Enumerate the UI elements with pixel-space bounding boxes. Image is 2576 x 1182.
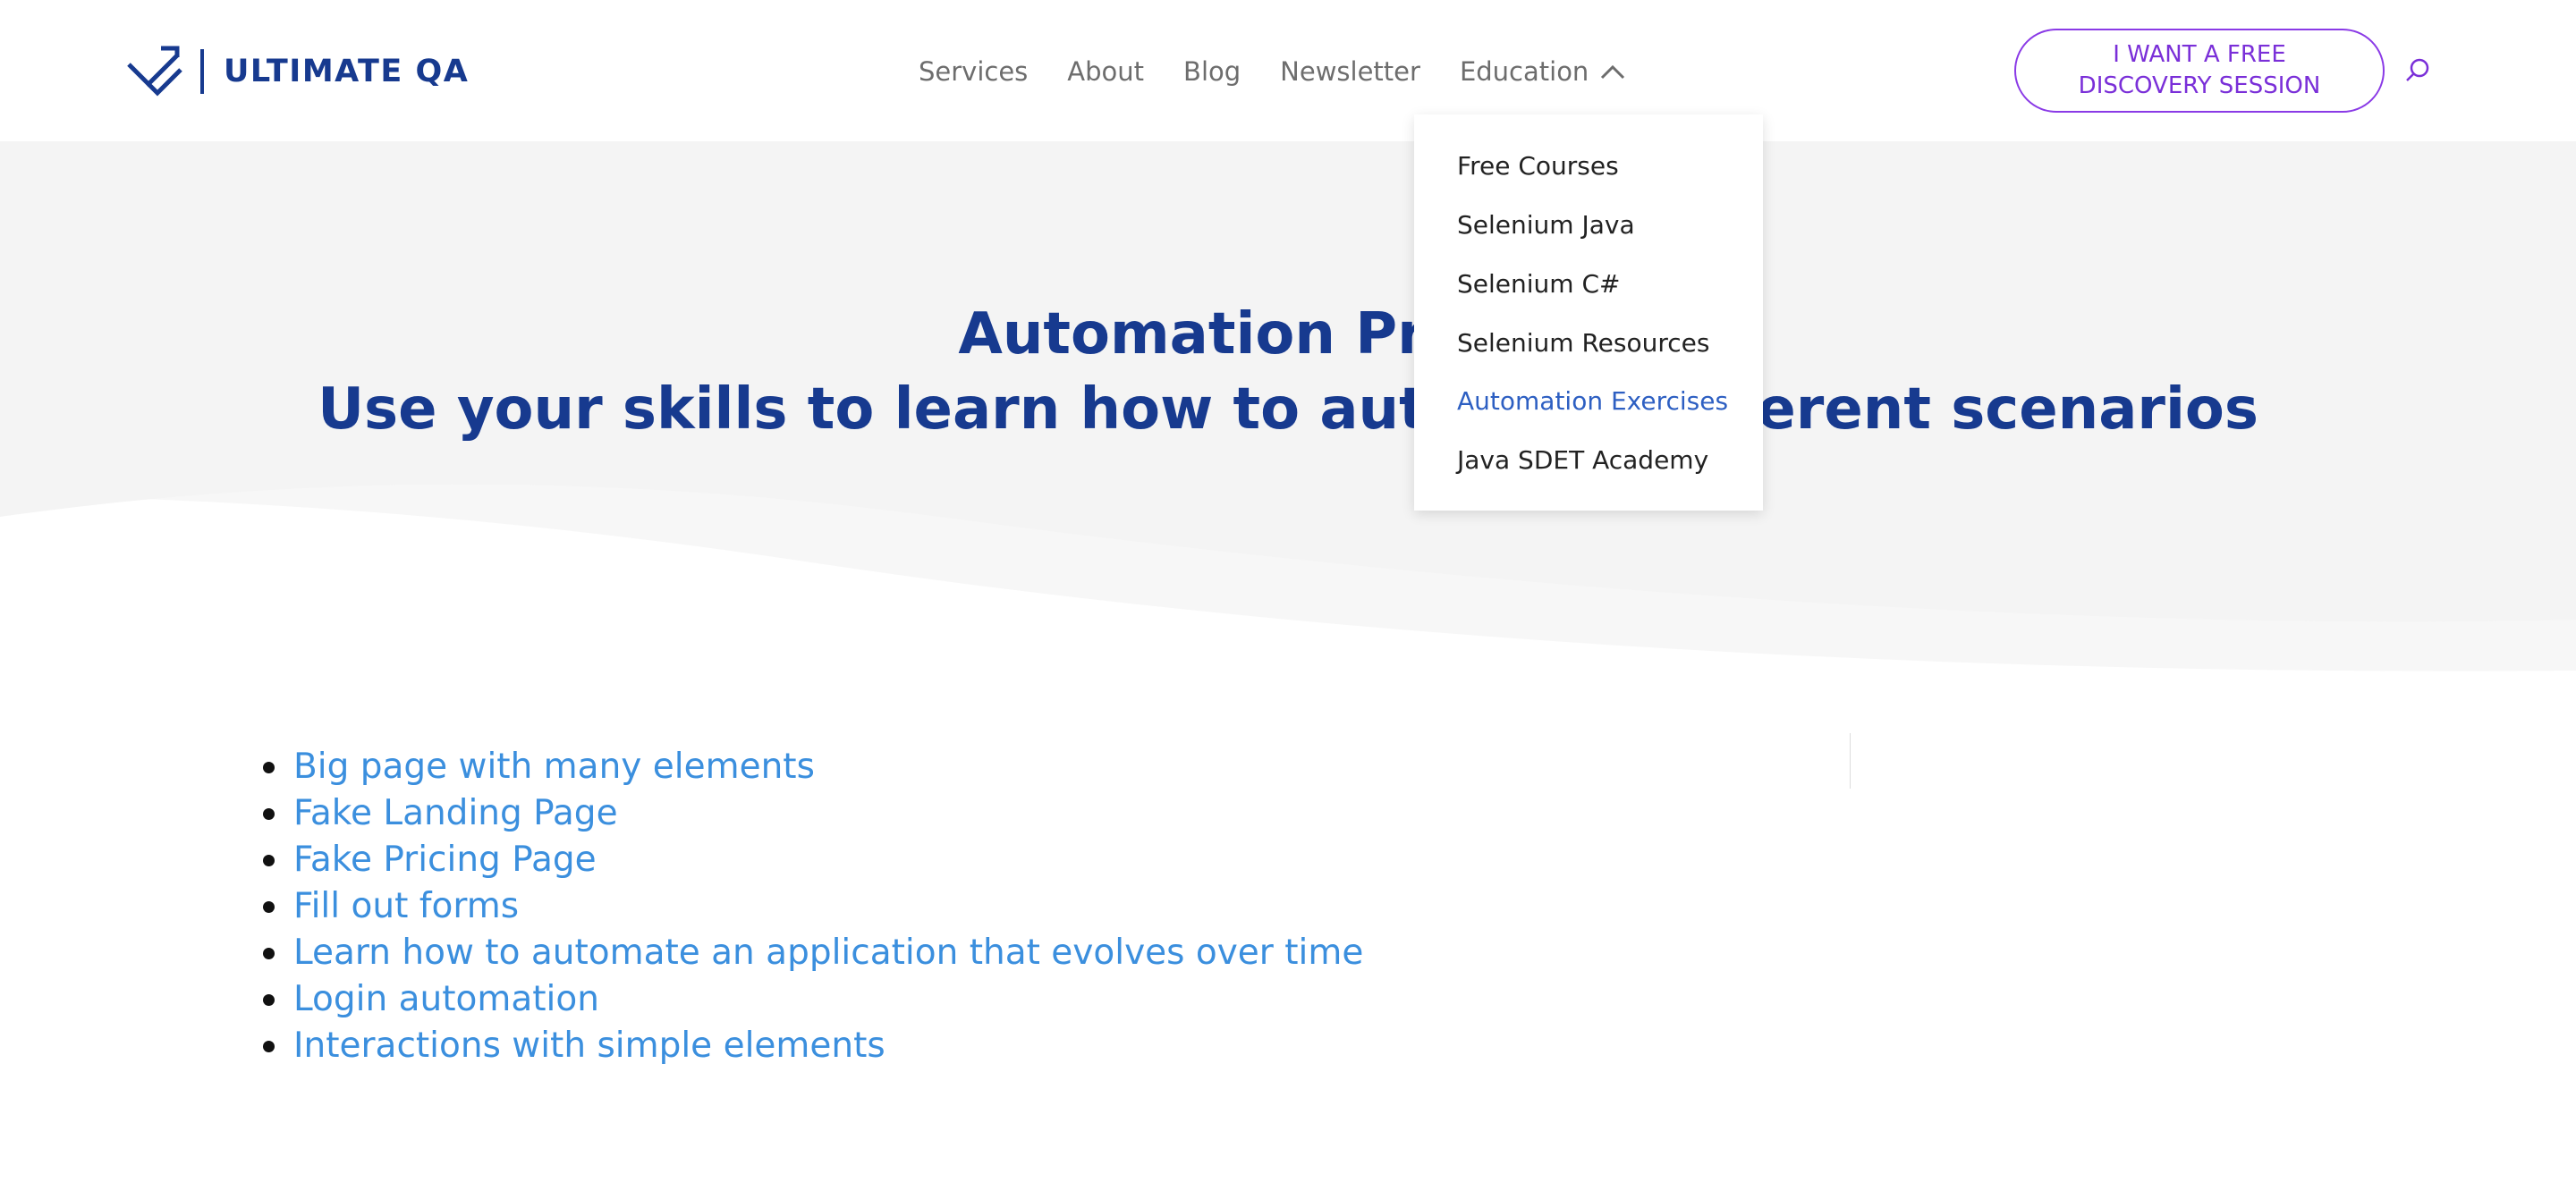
hero-title-line2: Use your skills to learn how to automate… (318, 376, 2258, 443)
link-label: Interactions with simple elements (293, 1026, 886, 1066)
menu-item-selenium-java[interactable]: Selenium Java (1457, 207, 1635, 243)
discovery-session-label: I WANT A FREE DISCOVERY SESSION (2078, 41, 2321, 99)
site-header: ULTIMATE QA Services About Blog Newslett… (0, 0, 2576, 141)
nav-about[interactable]: About (1067, 56, 1144, 87)
bullet (263, 901, 275, 913)
menu-item-selenium-resources[interactable]: Selenium Resources (1457, 325, 1709, 361)
link-fake-pricing-page[interactable]: Fake Pricing Page (263, 837, 1363, 883)
bullet (263, 1041, 275, 1052)
bullet (263, 855, 275, 866)
search-icon[interactable] (2404, 57, 2431, 84)
checkmark-logo-icon (127, 46, 182, 97)
link-simple-elements[interactable]: Interactions with simple elements (263, 1023, 1363, 1069)
bullet (263, 808, 275, 820)
hero-title-line1: Automation Practice (958, 301, 1618, 367)
bullet (263, 948, 275, 959)
link-big-page[interactable]: Big page with many elements (263, 744, 1363, 790)
main-nav: Services About Blog Newsletter Education (919, 52, 1626, 91)
menu-item-selenium-csharp[interactable]: Selenium C# (1457, 266, 1620, 302)
hero-title: Automation Practice Use your skills to l… (0, 297, 2576, 447)
link-label: Login automation (293, 979, 599, 1019)
link-login-automation[interactable]: Login automation (263, 976, 1363, 1023)
link-evolving-application[interactable]: Learn how to automate an application tha… (263, 930, 1364, 976)
menu-item-automation-exercises[interactable]: Automation Exercises (1457, 384, 1728, 419)
logo-divider (200, 49, 204, 94)
education-dropdown-menu: Free Courses Selenium Java Selenium C# S… (1414, 114, 1763, 511)
hero-section: Automation Practice Use your skills to l… (0, 141, 2576, 678)
logo-text: ULTIMATE QA (224, 54, 470, 89)
menu-item-java-sdet-academy[interactable]: Java SDET Academy (1457, 443, 1708, 478)
discovery-session-button[interactable]: I WANT A FREE DISCOVERY SESSION (2014, 29, 2385, 113)
link-fill-out-forms[interactable]: Fill out forms (263, 883, 1363, 930)
nav-services[interactable]: Services (919, 56, 1028, 87)
nav-blog[interactable]: Blog (1183, 56, 1241, 87)
link-label: Fake Landing Page (293, 793, 618, 833)
nav-education[interactable]: Education (1460, 56, 1589, 87)
nav-newsletter[interactable]: Newsletter (1280, 56, 1420, 87)
link-label: Learn how to automate an application tha… (293, 933, 1364, 973)
bullet (263, 762, 275, 773)
link-label: Big page with many elements (293, 747, 815, 787)
exercise-links-list: Big page with many elements Fake Landing… (263, 744, 1364, 1069)
column-divider (1850, 733, 1851, 789)
link-label: Fill out forms (293, 886, 520, 926)
logo[interactable]: ULTIMATE QA (125, 45, 469, 98)
link-fake-landing-page[interactable]: Fake Landing Page (263, 790, 1363, 837)
bullet (263, 994, 275, 1006)
menu-item-free-courses[interactable]: Free Courses (1457, 148, 1619, 184)
link-label: Fake Pricing Page (293, 840, 597, 880)
chevron-up-icon[interactable] (1599, 63, 1626, 80)
